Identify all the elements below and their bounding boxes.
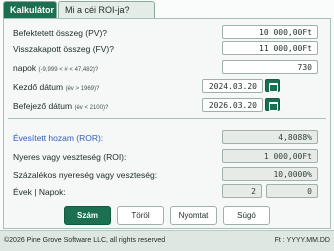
- end-date-label-text: Befejező dátum: [13, 101, 73, 111]
- end-date-hint: (év < 2100)?: [74, 105, 109, 111]
- end-date-label: Befejező dátum (év < 2100)?: [13, 101, 108, 111]
- gain-label: Nyeres vagy veszteség (ROI):: [13, 152, 127, 162]
- help-button[interactable]: Súgó: [223, 206, 270, 225]
- end-date-input[interactable]: 2026.03.20: [202, 98, 263, 112]
- days-hint: (-9,999 < # < 47,482)?: [38, 67, 99, 73]
- pv-label: Befektetett összeg (PV)?: [13, 28, 108, 38]
- format-hint: Ft : YYYY.MM.DD: [274, 237, 330, 244]
- pct-output: 10,0000%: [222, 167, 318, 181]
- fv-input[interactable]: 11 000,00Ft: [222, 41, 318, 55]
- gain-output: 1 000,00Ft: [222, 149, 318, 163]
- days-label-text: napok: [13, 63, 37, 73]
- years-days-label: Évek | Napok:: [13, 187, 66, 197]
- days-output: 0: [266, 184, 318, 198]
- print-button[interactable]: Nyomtat: [170, 206, 217, 225]
- calendar-icon[interactable]: [265, 79, 280, 92]
- days-input[interactable]: 730: [222, 60, 318, 74]
- clear-button[interactable]: Töröl: [117, 206, 164, 225]
- calculate-button[interactable]: Szám: [64, 206, 111, 225]
- start-date-label: Kezdő dátum (év > 1969)?: [13, 82, 99, 92]
- divider: [8, 118, 326, 119]
- fv-label: Visszakapott összeg (FV)?: [13, 44, 114, 54]
- ror-output: 4,8088%: [222, 130, 318, 144]
- years-output: 2: [222, 184, 262, 198]
- days-label: napok (-9,999 < # < 47,482)?: [13, 63, 98, 73]
- ror-label: Évesített hozam (ROR):: [13, 133, 104, 143]
- pv-input[interactable]: 10 000,00Ft: [222, 25, 318, 39]
- tab-about-roi[interactable]: Mi a céi ROI-ja?: [58, 1, 155, 18]
- calendar-icon[interactable]: [265, 98, 280, 111]
- tab-calculator[interactable]: Kalkulátor: [3, 1, 57, 19]
- start-date-hint: (év > 1969)?: [65, 86, 100, 92]
- start-date-input[interactable]: 2024.03.20: [202, 79, 263, 93]
- pct-label: Százalékos nyereség vagy veszteség:: [13, 170, 158, 180]
- footer: ©2026 Pine Grove Software LLC, all right…: [0, 230, 334, 251]
- copyright-text: ©2026 Pine Grove Software LLC, all right…: [4, 237, 166, 244]
- start-date-label-text: Kezdő dátum: [13, 82, 64, 92]
- calculator-panel: Befektetett összeg (PV)? 10 000,00Ft Vis…: [3, 18, 331, 229]
